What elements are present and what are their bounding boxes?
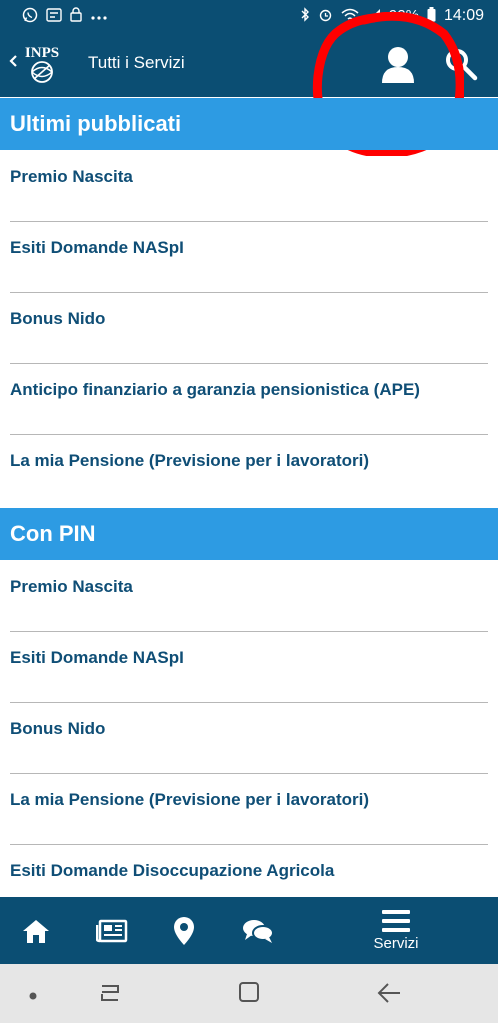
bottom-nav: Servizi: [0, 897, 498, 964]
status-time: 14:09: [443, 6, 484, 24]
list-item-label: Anticipo finanziario a garanzia pensioni…: [10, 380, 420, 399]
status-bar: 92% 14:09: [0, 0, 498, 31]
battery-percent: 92%: [388, 7, 419, 24]
section-header-recent: Ultimi pubblicati: [0, 98, 498, 150]
app-bar: INPS Tutti i Servizi: [0, 31, 498, 97]
system-nav-bar: [0, 964, 498, 1023]
more-dots-icon: [90, 9, 108, 23]
list-item[interactable]: Premio Nascita: [0, 561, 498, 632]
status-left: [22, 7, 108, 25]
user-icon: [382, 47, 414, 83]
inps-logo[interactable]: INPS: [24, 41, 60, 87]
list-item-label: Bonus Nido: [10, 309, 106, 328]
section-title: Con PIN: [10, 521, 96, 546]
list-item[interactable]: La mia Pensione (Previsione per i lavora…: [0, 774, 498, 845]
status-right: 92% 14:09: [300, 7, 484, 25]
section-title: Ultimi pubblicati: [10, 111, 182, 136]
list-item[interactable]: Bonus Nido: [0, 703, 498, 774]
bluetooth-icon: [300, 7, 310, 24]
system-back-icon[interactable]: [376, 982, 402, 1009]
search-button[interactable]: [444, 47, 478, 81]
list-item[interactable]: Esiti Domande NASpI: [0, 632, 498, 703]
list-item[interactable]: Premio Nascita: [0, 151, 498, 222]
list-item-label: Esiti Domande NASpI: [10, 648, 184, 667]
list-item[interactable]: La mia Pensione (Previsione per i lavora…: [0, 435, 498, 506]
list-item-label: La mia Pensione (Previsione per i lavora…: [10, 451, 370, 470]
logo-text: INPS: [25, 45, 59, 61]
nav-services-button[interactable]: Servizi: [356, 897, 436, 964]
chat-icon: [243, 919, 274, 943]
section-header-pin: Con PIN: [0, 508, 498, 560]
whatsapp-icon: [22, 7, 38, 25]
search-icon: [446, 49, 478, 81]
lock-icon: [70, 7, 82, 24]
home-square-icon[interactable]: [238, 981, 260, 1008]
list-item-label: Esiti Domande Disoccupazione Agricola: [10, 861, 335, 880]
signal-icon: [367, 8, 381, 24]
wifi-icon: [341, 8, 359, 24]
list-item-label: Premio Nascita: [10, 577, 133, 596]
location-pin-icon: [174, 916, 194, 945]
recent-apps-icon[interactable]: [98, 982, 122, 1009]
back-arrow-icon[interactable]: [8, 51, 18, 74]
list-item[interactable]: Bonus Nido: [0, 293, 498, 364]
list-item-label: Bonus Nido: [10, 719, 106, 738]
nav-news-button[interactable]: [92, 897, 132, 964]
home-icon: [23, 919, 49, 943]
alarm-icon: [318, 7, 333, 24]
dot-indicator-icon: [28, 988, 38, 1006]
list-item-label: Premio Nascita: [10, 167, 133, 186]
menu-icon: [382, 910, 410, 932]
nav-chat-button[interactable]: [238, 897, 278, 964]
page-title: Tutti i Servizi: [88, 53, 185, 72]
list-item-label: La mia Pensione (Previsione per i lavora…: [10, 790, 370, 809]
list-item[interactable]: Esiti Domande NASpI: [0, 222, 498, 293]
nav-home-button[interactable]: [16, 897, 56, 964]
nav-location-button[interactable]: [164, 897, 204, 964]
list-item[interactable]: Anticipo finanziario a garanzia pensioni…: [0, 364, 498, 435]
list-item-label: Esiti Domande NASpI: [10, 238, 184, 257]
user-profile-button[interactable]: [376, 45, 420, 85]
nav-services-label: Servizi: [373, 935, 419, 952]
news-icon: [96, 919, 128, 942]
battery-icon: [427, 7, 436, 24]
sim-icon: [46, 7, 62, 24]
